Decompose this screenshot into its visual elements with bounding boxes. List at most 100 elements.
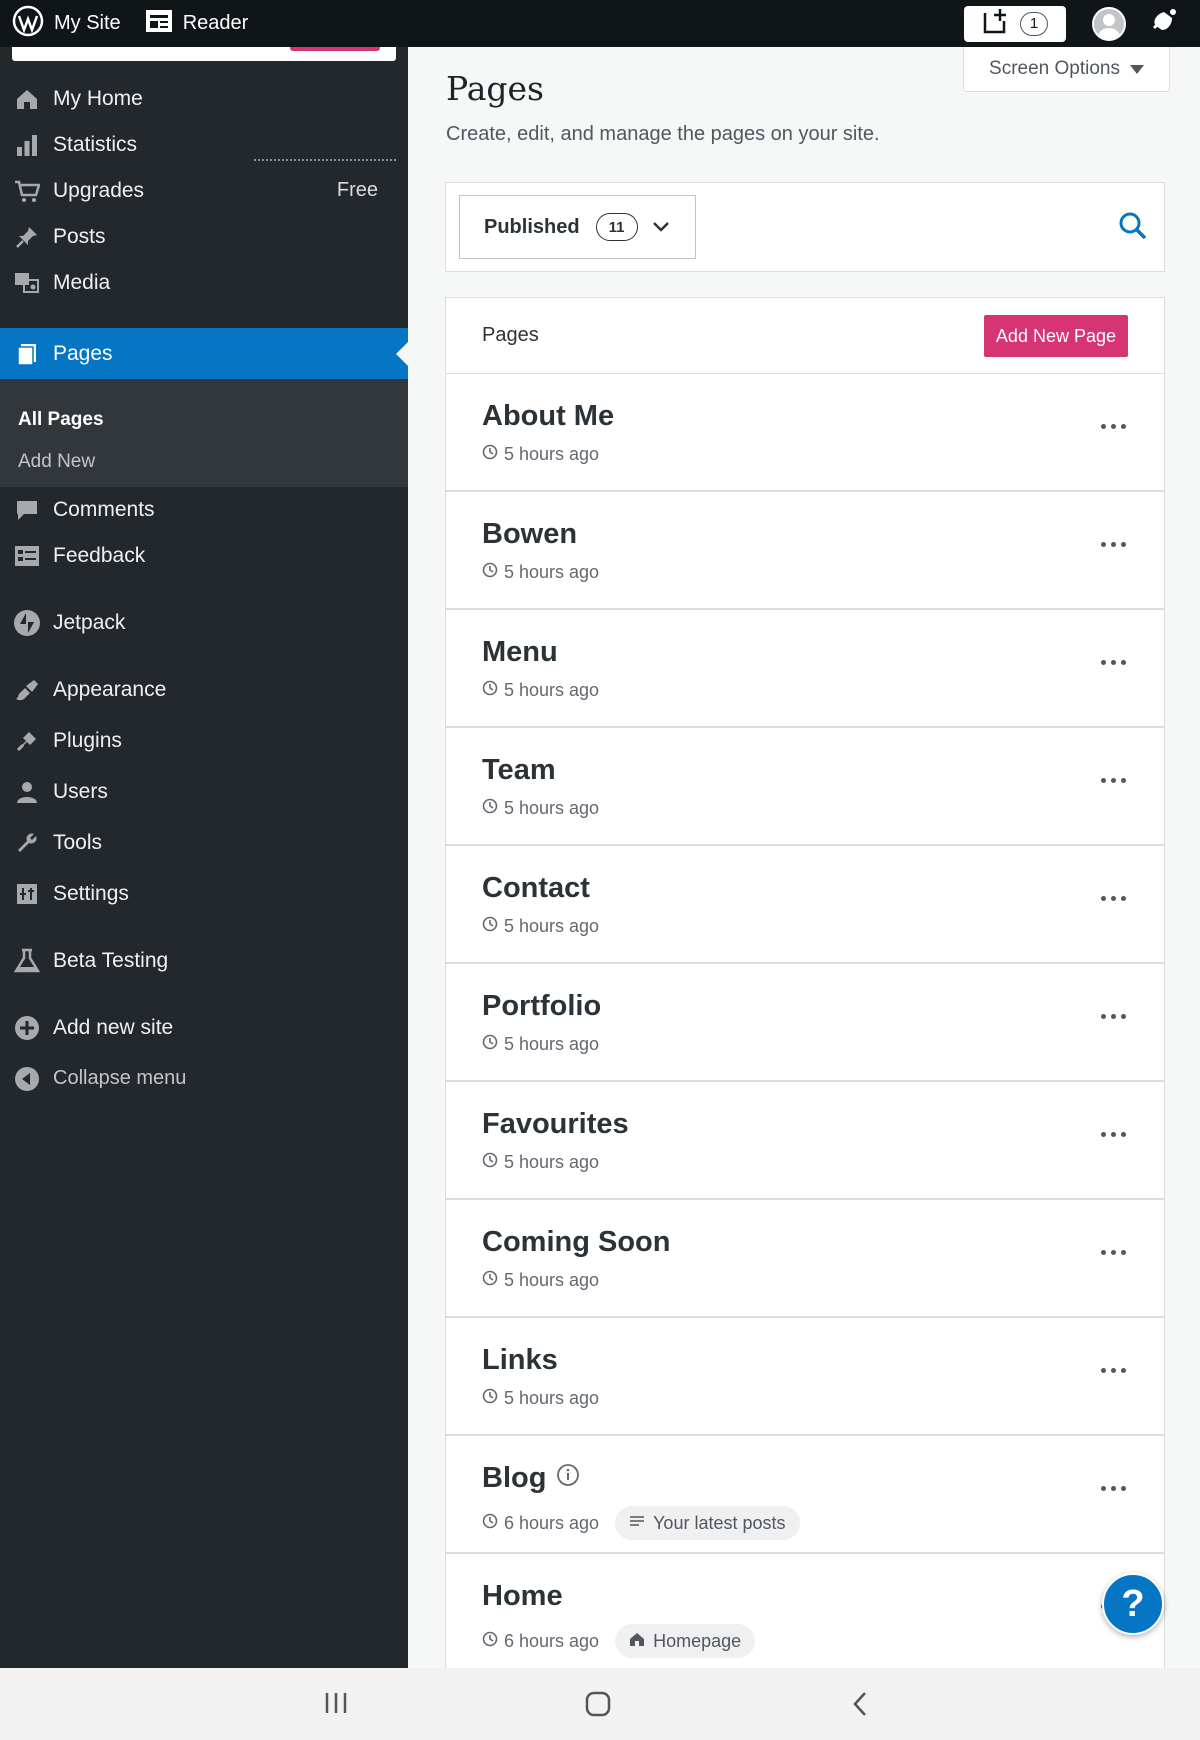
sidebar-item-statistics[interactable]: Statistics bbox=[0, 119, 408, 170]
sidebar-item-jetpack[interactable]: Jetpack bbox=[0, 597, 408, 648]
page-meta: 5 hours ago bbox=[482, 1388, 599, 1409]
sidebar-item-plugins[interactable]: Plugins bbox=[0, 715, 408, 766]
clock-icon bbox=[482, 1270, 498, 1291]
reader-link[interactable]: Reader bbox=[133, 0, 261, 47]
more-actions-icon[interactable] bbox=[1101, 660, 1126, 665]
clock-icon bbox=[482, 798, 498, 819]
more-actions-icon[interactable] bbox=[1101, 778, 1126, 783]
page-subtitle: Create, edit, and manage the pages on yo… bbox=[446, 123, 880, 145]
page-row[interactable]: Home 6 hours ago Homepage bbox=[446, 1554, 1164, 1672]
sidebar-item-label: Upgrades bbox=[53, 178, 145, 202]
clock-icon bbox=[482, 1631, 498, 1652]
help-button[interactable]: ? bbox=[1102, 1573, 1164, 1635]
sidebar-item-tools[interactable]: Tools bbox=[0, 817, 408, 868]
sidebar-item-upgrades[interactable]: Upgrades Free bbox=[0, 165, 408, 216]
status-filter-dropdown[interactable]: Published 11 bbox=[459, 195, 696, 259]
chevron-down-icon bbox=[652, 216, 670, 239]
pages-submenu: All Pages Add New bbox=[0, 379, 408, 487]
avatar[interactable] bbox=[1092, 6, 1126, 41]
my-site-label: My Site bbox=[54, 12, 121, 34]
sidebar: My Home Statistics Upgrades Free Posts M… bbox=[0, 47, 408, 1668]
sidebar-item-label: Add new site bbox=[53, 1015, 174, 1039]
page-title-link[interactable]: Home bbox=[482, 1580, 563, 1613]
site-switcher-bar[interactable] bbox=[12, 47, 396, 61]
jetpack-icon bbox=[13, 609, 41, 637]
page-modified-time: 5 hours ago bbox=[504, 916, 600, 936]
sidebar-item-collapse-menu[interactable]: Collapse menu bbox=[0, 1053, 408, 1104]
notifications-bell-icon[interactable] bbox=[1148, 6, 1178, 41]
sidebar-item-users[interactable]: Users bbox=[0, 766, 408, 817]
more-actions-icon[interactable] bbox=[1101, 542, 1126, 547]
page-title-text: Home bbox=[482, 1580, 563, 1612]
sidebar-item-label: Users bbox=[53, 779, 108, 803]
settings-icon bbox=[13, 880, 41, 908]
pages-icon bbox=[13, 340, 41, 368]
reader-icon bbox=[145, 9, 183, 39]
page-row[interactable]: Team 5 hours ago bbox=[446, 728, 1164, 846]
page-title-link[interactable]: Blog bbox=[482, 1462, 580, 1495]
sidebar-item-comments[interactable]: Comments bbox=[0, 484, 408, 535]
page-row[interactable]: Links 5 hours ago bbox=[446, 1318, 1164, 1436]
search-icon[interactable] bbox=[1118, 211, 1148, 246]
page-row[interactable]: About Me 5 hours ago bbox=[446, 374, 1164, 492]
caret-down-icon bbox=[1129, 64, 1144, 74]
recent-apps-icon[interactable] bbox=[322, 1690, 350, 1721]
page-title-link[interactable]: Coming Soon bbox=[482, 1226, 670, 1259]
more-actions-icon[interactable] bbox=[1101, 1486, 1126, 1491]
clock-icon bbox=[482, 444, 498, 465]
page-title-link[interactable]: Portfolio bbox=[482, 990, 601, 1023]
sidebar-item-pages[interactable]: Pages bbox=[0, 328, 408, 379]
write-button[interactable]: 1 bbox=[964, 5, 1066, 42]
info-icon[interactable] bbox=[556, 1462, 580, 1495]
more-actions-icon[interactable] bbox=[1101, 1368, 1126, 1373]
submenu-all-pages[interactable]: All Pages bbox=[18, 409, 104, 431]
sidebar-item-beta-testing[interactable]: Beta Testing bbox=[0, 935, 408, 986]
page-row[interactable]: Contact 5 hours ago bbox=[446, 846, 1164, 964]
screen-options-button[interactable]: Screen Options bbox=[963, 47, 1170, 92]
sidebar-item-label: Tools bbox=[53, 830, 103, 854]
page-meta: 5 hours ago bbox=[482, 1034, 599, 1055]
page-row[interactable]: Menu 5 hours ago bbox=[446, 610, 1164, 728]
more-actions-icon[interactable] bbox=[1101, 1250, 1126, 1255]
sidebar-item-posts[interactable]: Posts bbox=[0, 211, 408, 262]
page-modified-time: 5 hours ago bbox=[504, 798, 600, 818]
page-title-text: Contact bbox=[482, 872, 590, 904]
sidebar-item-add-new-site[interactable]: Add new site bbox=[0, 1002, 408, 1053]
page-row[interactable]: Bowen 5 hours ago bbox=[446, 492, 1164, 610]
page-modified-time: 6 hours ago bbox=[504, 1512, 600, 1533]
more-actions-icon[interactable] bbox=[1101, 424, 1126, 429]
page-title-link[interactable]: Menu bbox=[482, 636, 558, 669]
page-type-badge: Your latest posts bbox=[615, 1506, 800, 1540]
more-actions-icon[interactable] bbox=[1101, 1014, 1126, 1019]
more-actions-icon[interactable] bbox=[1101, 896, 1126, 901]
main-content: Screen Options Pages Create, edit, and m… bbox=[408, 47, 1200, 1673]
sidebar-item-my-home[interactable]: My Home bbox=[0, 73, 408, 124]
pushpin-icon bbox=[13, 223, 41, 251]
my-site-link[interactable]: My Site bbox=[0, 0, 133, 47]
sidebar-item-label: Collapse menu bbox=[53, 1067, 187, 1089]
home-nav-icon[interactable] bbox=[584, 1690, 612, 1723]
page-row[interactable]: Blog 6 hours ago Your latest posts bbox=[446, 1436, 1164, 1554]
sidebar-item-media[interactable]: Media bbox=[0, 257, 408, 308]
page-title-link[interactable]: Team bbox=[482, 754, 556, 787]
submenu-add-new[interactable]: Add New bbox=[18, 451, 95, 473]
page-title-link[interactable]: About Me bbox=[482, 400, 614, 433]
page-row[interactable]: Portfolio 5 hours ago bbox=[446, 964, 1164, 1082]
page-row[interactable]: Coming Soon 5 hours ago bbox=[446, 1200, 1164, 1318]
more-actions-icon[interactable] bbox=[1101, 1132, 1126, 1137]
page-title-link[interactable]: Bowen bbox=[482, 518, 577, 551]
page-title-link[interactable]: Contact bbox=[482, 872, 590, 905]
page-title-link[interactable]: Favourites bbox=[482, 1108, 629, 1141]
sidebar-item-label: Media bbox=[53, 270, 111, 294]
sidebar-item-settings[interactable]: Settings bbox=[0, 868, 408, 919]
back-nav-icon[interactable] bbox=[850, 1690, 870, 1723]
add-new-page-button[interactable]: Add New Page bbox=[983, 315, 1128, 357]
page-title-link[interactable]: Links bbox=[482, 1344, 558, 1377]
page-meta: 5 hours ago bbox=[482, 798, 599, 819]
page-meta: 6 hours ago Homepage bbox=[482, 1624, 756, 1658]
sidebar-item-appearance[interactable]: Appearance bbox=[0, 664, 408, 715]
sidebar-item-feedback[interactable]: Feedback bbox=[0, 530, 408, 581]
list-header-label: Pages bbox=[482, 324, 539, 346]
collapse-icon bbox=[13, 1065, 41, 1093]
page-row[interactable]: Favourites 5 hours ago bbox=[446, 1082, 1164, 1200]
